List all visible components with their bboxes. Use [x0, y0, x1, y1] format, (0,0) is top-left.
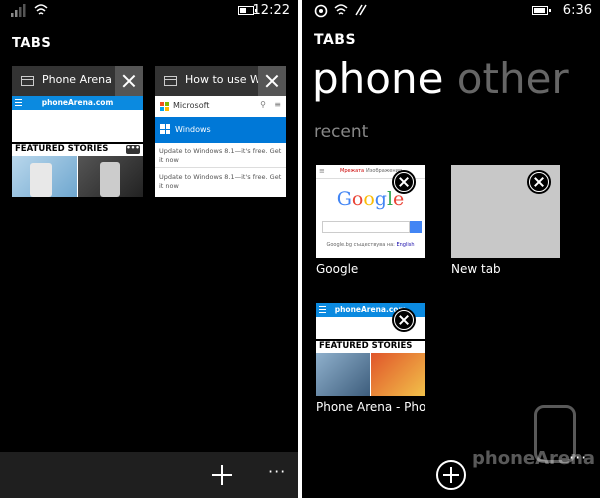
tab-title: Phone Arena - — [42, 73, 116, 86]
close-tab-button[interactable] — [258, 66, 286, 96]
story-image — [316, 353, 370, 396]
tabs-heading: TABS — [314, 32, 357, 48]
right-browser-pane: 6:36 TABS phone other recent ≡ Мрежата И… — [302, 0, 600, 498]
status-bar: 6:36 — [302, 0, 600, 22]
pivot-phone[interactable]: phone — [312, 54, 443, 103]
windows-bar-label: Windows — [175, 125, 211, 134]
signal-icon — [11, 4, 26, 17]
signal-off-icon — [355, 4, 367, 16]
app-bar: ··· — [0, 452, 298, 498]
section-title: FEATURED STORIES — [316, 339, 425, 351]
phone-image — [30, 163, 52, 197]
tab-title: How to use W — [185, 73, 259, 86]
close-icon — [395, 173, 413, 191]
tab-header: Phone Arena - — [12, 66, 143, 96]
pivot-other[interactable]: other — [457, 54, 569, 103]
section-recent-label: recent — [314, 122, 369, 142]
more-icon[interactable]: ··· — [569, 448, 587, 467]
data-sense-icon — [314, 4, 328, 18]
wifi-icon — [334, 4, 348, 15]
tab-label: New tab — [451, 262, 501, 276]
tab-card-phone-arena[interactable]: Phone Arena - phoneArena.com FEATURED ST… — [12, 66, 143, 197]
google-search-box — [322, 221, 410, 233]
update-text: Update to Windows 8.1—it's free. Get it … — [159, 147, 282, 164]
section-title-text: FEATURED STORIES — [15, 144, 109, 154]
microsoft-logo-icon — [160, 102, 169, 111]
tab-label: Google — [316, 262, 359, 276]
microsoft-header: Microsoft ⚲ ≡ — [155, 100, 286, 114]
status-time: 12:22 — [252, 3, 290, 18]
google-tab-web: Мрежата — [340, 168, 365, 174]
site-logo: phoneArena.com — [41, 98, 114, 107]
divider — [155, 167, 286, 168]
wifi-icon — [34, 4, 48, 15]
new-tab-plus-icon[interactable] — [211, 464, 233, 486]
close-icon — [122, 74, 136, 88]
google-footer-link: English — [396, 242, 415, 248]
more-icon[interactable]: ··· — [268, 462, 286, 481]
battery-icon — [532, 6, 551, 15]
page-icon — [164, 76, 177, 86]
search-icon: ⚲ — [260, 100, 266, 109]
close-icon — [265, 74, 279, 88]
windows-bar: Windows — [155, 117, 286, 143]
close-tab-button[interactable] — [527, 170, 551, 194]
search-icon — [410, 221, 422, 233]
close-tab-button[interactable] — [115, 66, 143, 96]
menu-icon: ≡ — [319, 167, 325, 175]
tab-header: How to use W — [155, 66, 286, 96]
tab-label: Phone Arena - Phor — [316, 400, 425, 414]
add-tab-button[interactable] — [436, 460, 466, 490]
section-title-text: FEATURED STORIES — [319, 341, 413, 351]
tabs-heading: TABS — [12, 36, 52, 51]
tab-card-windows[interactable]: How to use W Microsoft ⚲ ≡ Windows Updat… — [155, 66, 286, 197]
page-icon — [21, 76, 34, 86]
pivot-header: phone other — [312, 54, 569, 103]
menu-icon: ≡ — [274, 100, 281, 109]
close-tab-button[interactable] — [392, 308, 416, 332]
more-icon: ••• — [126, 144, 140, 154]
section-title: FEATURED STORIES ••• — [12, 142, 143, 154]
status-time: 6:36 — [562, 3, 592, 18]
update-text: Update to Windows 8.1—it's free. Get it … — [159, 173, 282, 190]
status-bar: 12:22 — [0, 0, 298, 22]
phone-image — [100, 162, 120, 197]
google-footer-text: Google.bg съществува на: — [326, 242, 395, 248]
brand-label: Microsoft — [173, 101, 210, 110]
story-image — [371, 353, 425, 396]
left-browser-pane: 12:22 TABS Phone Arena - phoneArena.com … — [0, 0, 298, 498]
close-icon — [395, 311, 413, 329]
google-footer: Google.bg съществува на: English — [316, 242, 425, 248]
close-icon — [530, 173, 548, 191]
close-tab-button[interactable] — [392, 170, 416, 194]
site-header: phoneArena.com — [12, 96, 143, 110]
windows-logo-icon — [160, 124, 170, 134]
